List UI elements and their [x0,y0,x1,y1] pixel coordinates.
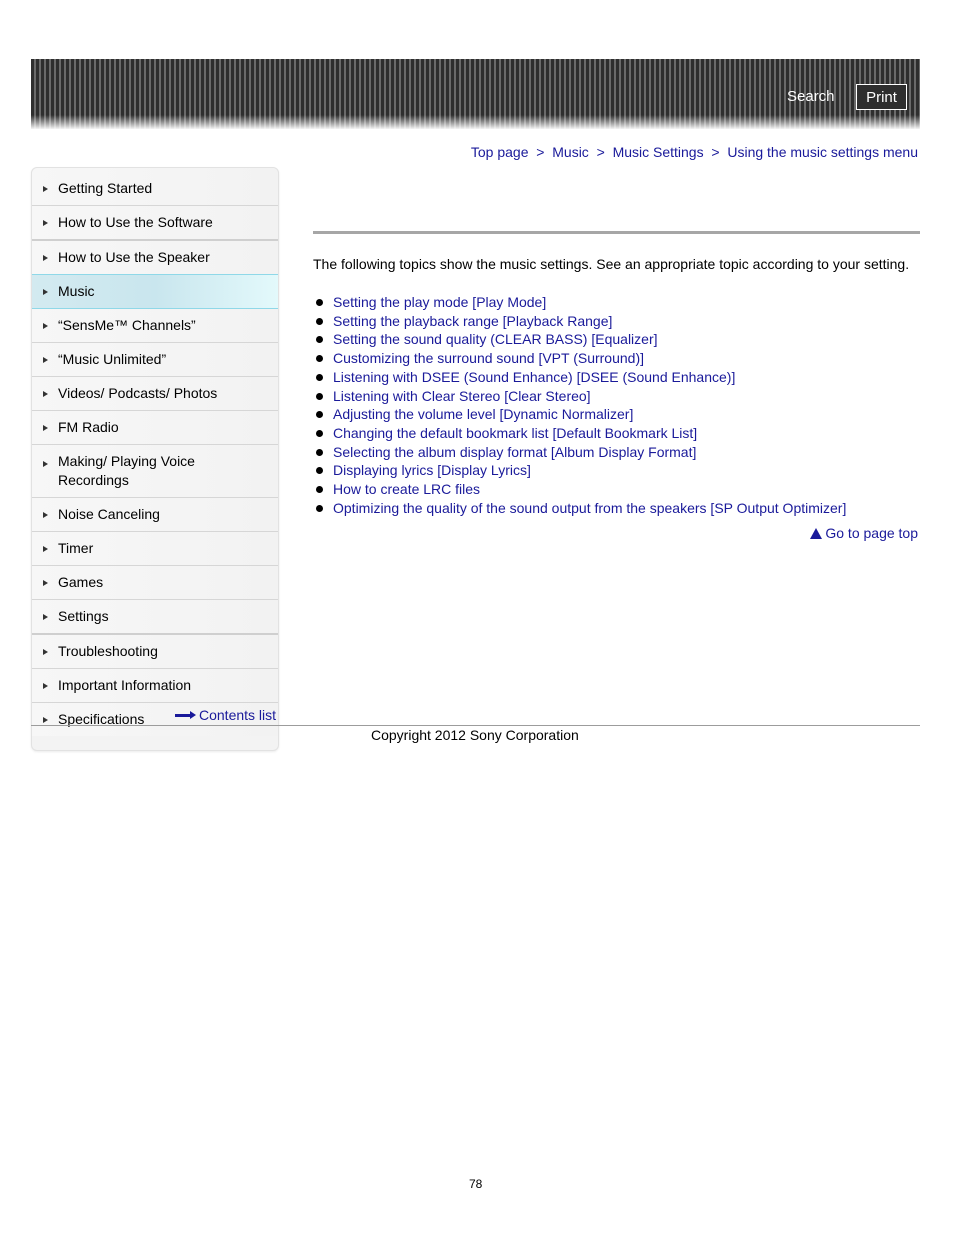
topic-link[interactable]: Selecting the album display format [Albu… [333,444,696,460]
breadcrumb-top-page[interactable]: Top page [471,144,529,160]
footer-divider [31,725,920,726]
list-item: Listening with Clear Stereo [Clear Stere… [313,387,846,406]
sidebar-item-label: Games [58,574,104,590]
sidebar-item-label: Music [58,283,95,299]
sidebar-item-label: Settings [58,608,109,624]
list-item: Listening with DSEE (Sound Enhance) [DSE… [313,368,846,387]
triangle-right-icon [43,511,48,518]
sidebar-item-how-to-use-software[interactable]: How to Use the Software [32,206,278,241]
sidebar-item-label: “Music Unlimited” [58,351,167,367]
triangle-up-icon [810,527,823,539]
topic-link[interactable]: Setting the playback range [Playback Ran… [333,313,612,329]
sidebar-item-label: Getting Started [58,180,153,196]
copyright-text: Copyright 2012 Sony Corporation [371,727,579,743]
sidebar-item-music[interactable]: Music [32,274,278,309]
breadcrumb-separator: > [592,144,609,160]
sidebar-item-label: FM Radio [58,419,119,435]
sidebar-item-fm-radio[interactable]: FM Radio [32,411,278,445]
sidebar-item-label: Making/ Playing Voice Recordings [58,453,195,488]
sidebar-item-label: How to Use the Speaker [58,249,210,265]
header-bar: Search Print [31,59,920,129]
list-item: Customizing the surround sound [VPT (Sur… [313,349,846,368]
sidebar-item-troubleshooting[interactable]: Troubleshooting [32,635,278,669]
triangle-right-icon [43,322,48,329]
list-item: Setting the play mode [Play Mode] [313,293,846,312]
triangle-right-icon [43,356,48,363]
sidebar-item-label: How to Use the Software [58,214,213,230]
contents-list-link[interactable]: Contents list [175,707,276,723]
triangle-right-icon [43,185,48,192]
breadcrumb: Top page > Music > Music Settings > Usin… [471,144,918,160]
sidebar-item-voice-recordings[interactable]: Making/ Playing Voice Recordings [32,445,278,498]
triangle-right-icon [43,716,48,723]
list-item: How to create LRC files [313,480,846,499]
title-divider [313,231,920,234]
triangle-right-icon [43,648,48,655]
breadcrumb-separator: > [532,144,549,160]
sidebar-item-sensme-channels[interactable]: “SensMe™ Channels” [32,309,278,343]
go-to-page-top-link[interactable]: Go to page top [810,525,918,541]
list-item: Selecting the album display format [Albu… [313,443,846,462]
sidebar-item-getting-started[interactable]: Getting Started [32,168,278,206]
sidebar-item-games[interactable]: Games [32,566,278,600]
sidebar-item-label: Timer [58,540,94,556]
list-item: Displaying lyrics [Display Lyrics] [313,461,846,480]
arrow-right-icon [175,711,197,719]
topic-link[interactable]: Customizing the surround sound [VPT (Sur… [333,350,644,366]
contents-list-label: Contents list [199,707,277,723]
breadcrumb-music-settings[interactable]: Music Settings [613,144,704,160]
sidebar-item-label: Troubleshooting [58,643,158,659]
breadcrumb-current[interactable]: Using the music settings menu [727,144,918,160]
page-number: 78 [469,1177,483,1191]
triangle-right-icon [43,288,48,295]
sidebar-item-settings[interactable]: Settings [32,600,278,635]
triangle-right-icon [43,254,48,261]
sidebar-item-label: Important Information [58,677,192,693]
topic-link[interactable]: Listening with Clear Stereo [Clear Stere… [333,388,591,404]
topic-link[interactable]: Listening with DSEE (Sound Enhance) [DSE… [333,369,735,385]
triangle-right-icon [43,424,48,431]
list-item: Changing the default bookmark list [Defa… [313,424,846,443]
triangle-right-icon [43,390,48,397]
topic-link[interactable]: Displaying lyrics [Display Lyrics] [333,462,531,478]
sidebar-item-noise-canceling[interactable]: Noise Canceling [32,498,278,532]
topic-link[interactable]: Setting the sound quality (CLEAR BASS) [… [333,331,658,347]
sidebar-item-label: “SensMe™ Channels” [58,317,196,333]
sidebar-item-important-information[interactable]: Important Information [32,669,278,703]
list-item: Optimizing the quality of the sound outp… [313,499,846,518]
intro-text: The following topics show the music sett… [313,256,910,272]
topic-link[interactable]: Optimizing the quality of the sound outp… [333,500,846,516]
topic-link[interactable]: Adjusting the volume level [Dynamic Norm… [333,406,633,422]
list-item: Setting the playback range [Playback Ran… [313,312,846,331]
sidebar-item-label: Videos/ Podcasts/ Photos [58,385,218,401]
sidebar-nav: Getting Started How to Use the Software … [31,167,279,751]
print-button[interactable]: Print [856,84,907,110]
triangle-right-icon [43,545,48,552]
breadcrumb-music[interactable]: Music [552,144,589,160]
search-link[interactable]: Search [787,88,835,105]
sidebar-item-timer[interactable]: Timer [32,532,278,566]
topic-link[interactable]: Setting the play mode [Play Mode] [333,294,546,310]
topic-list: Setting the play mode [Play Mode] Settin… [313,293,846,517]
list-item: Adjusting the volume level [Dynamic Norm… [313,405,846,424]
list-item: Setting the sound quality (CLEAR BASS) [… [313,330,846,349]
sidebar-item-music-unlimited[interactable]: “Music Unlimited” [32,343,278,377]
triangle-right-icon [43,219,48,226]
topic-link[interactable]: Changing the default bookmark list [Defa… [333,425,697,441]
triangle-right-icon [43,461,48,467]
triangle-right-icon [43,682,48,689]
triangle-right-icon [43,613,48,620]
sidebar-item-label: Noise Canceling [58,506,160,522]
sidebar-item-videos-podcasts-photos[interactable]: Videos/ Podcasts/ Photos [32,377,278,411]
sidebar-item-how-to-use-speaker[interactable]: How to Use the Speaker [32,241,278,275]
go-to-page-top-label: Go to page top [825,525,918,541]
breadcrumb-separator: > [707,144,724,160]
topic-link[interactable]: How to create LRC files [333,481,480,497]
triangle-right-icon [43,579,48,586]
